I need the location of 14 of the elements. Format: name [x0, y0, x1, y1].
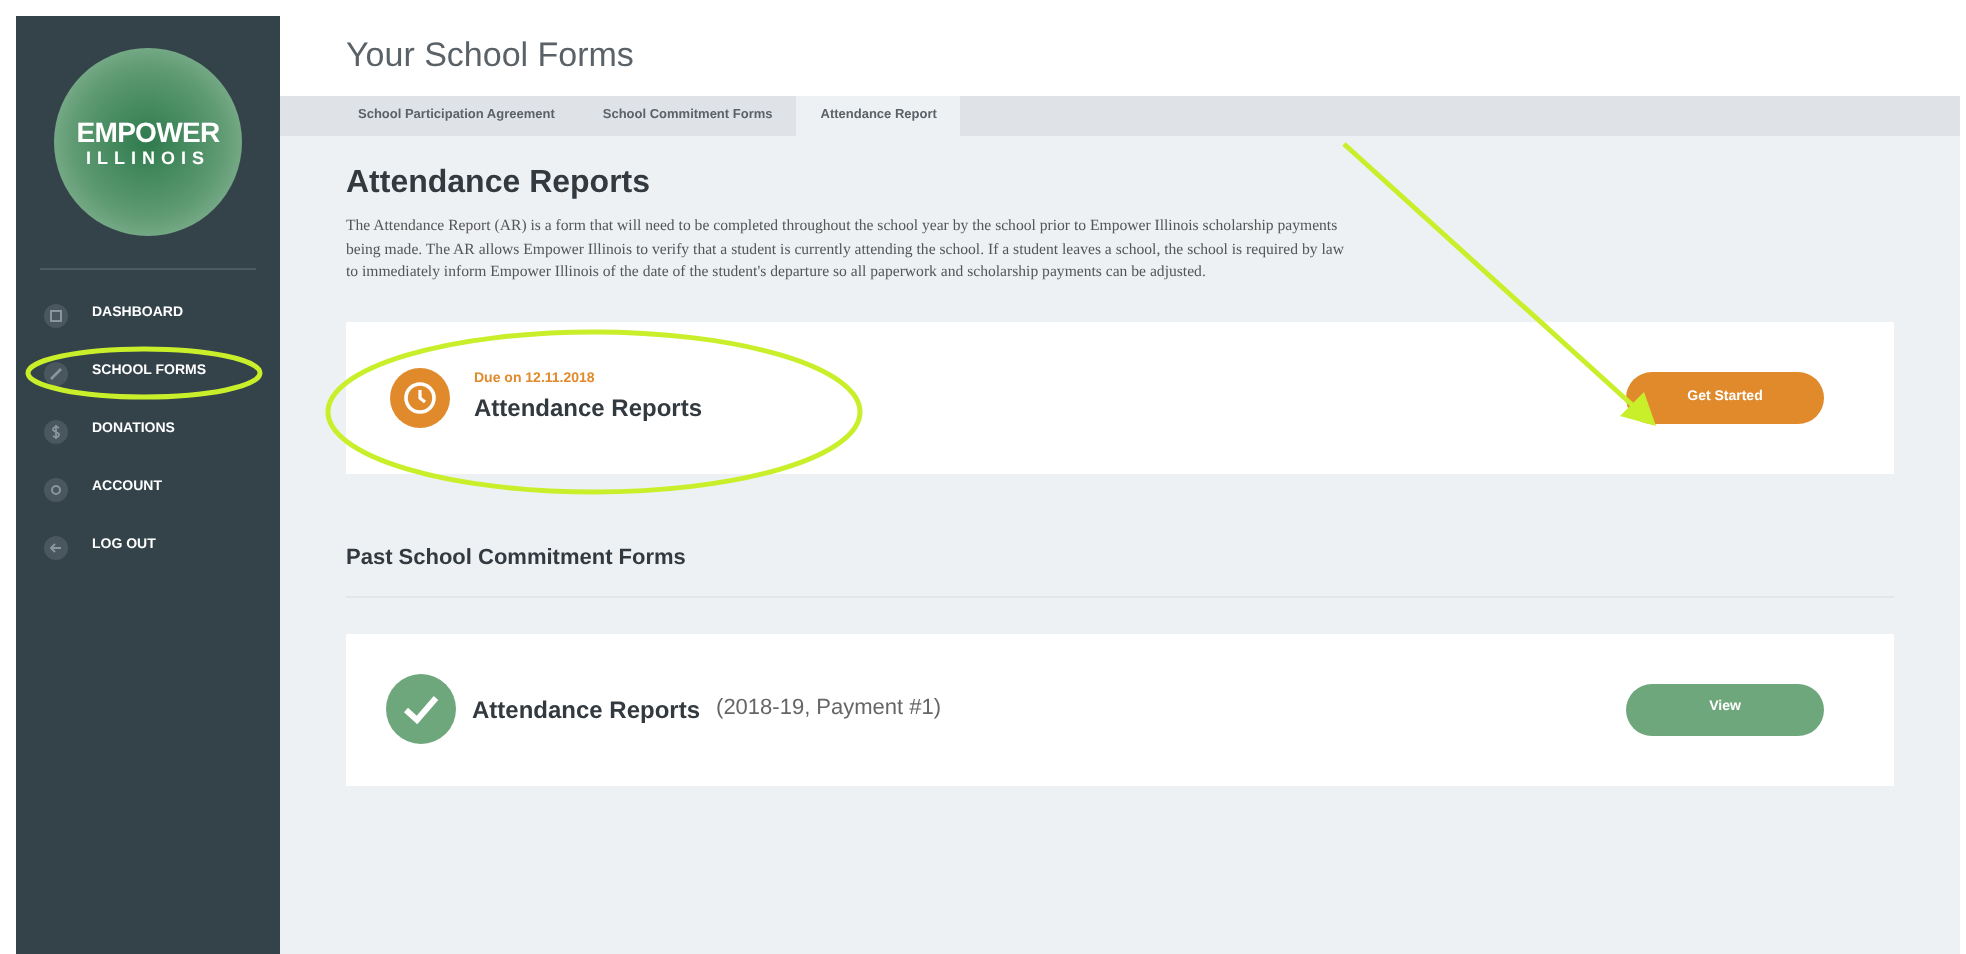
past-title: Past School Commitment Forms [346, 544, 688, 575]
pencil-icon [44, 361, 68, 385]
section-title: Attendance Reports [346, 164, 653, 204]
logo-text: ILLINOIS [86, 149, 210, 167]
arrow-left-icon [44, 535, 68, 559]
report-detail: (2018-19, Payment #1) [716, 694, 942, 725]
grid-icon [44, 303, 68, 327]
page-title: Your School Forms [346, 34, 634, 79]
clock-icon [390, 368, 450, 429]
report-title: Attendance Reports [472, 693, 701, 728]
logo-text: EMPOWER [76, 117, 220, 145]
check-icon [386, 674, 456, 745]
report-title: Attendance Reports [474, 392, 703, 427]
dollar-icon [44, 419, 68, 443]
